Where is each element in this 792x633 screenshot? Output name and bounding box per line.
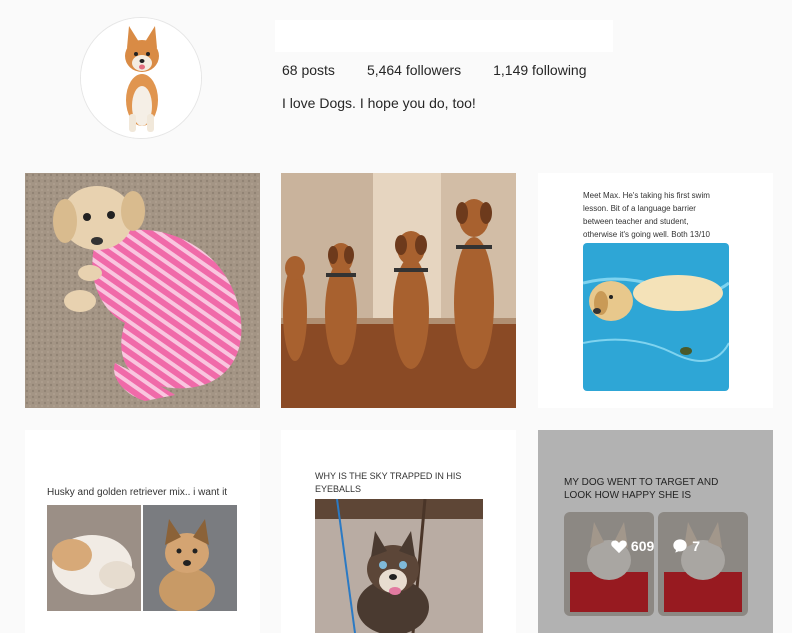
followers-count[interactable]: 5,464 followers <box>367 62 461 78</box>
likes-stat: 609 <box>611 538 654 554</box>
post-thumbnail-1[interactable] <box>25 173 260 408</box>
caption-line: Husky and golden retriever mix.. i want … <box>47 487 228 498</box>
comments-stat: 7 <box>672 538 700 554</box>
caption-line: lesson. Bit of a language barrier <box>583 204 696 213</box>
following-count[interactable]: 1,149 following <box>493 62 586 78</box>
heart-icon <box>611 539 627 554</box>
post-thumbnail-5[interactable]: WHY IS THE SKY TRAPPED IN HIS EYEBALLS <box>281 430 516 633</box>
profile-bio: I love Dogs. I hope you do, too! <box>282 95 476 111</box>
posts-count[interactable]: 68 posts <box>282 62 335 78</box>
caption-line: between teacher and student, <box>583 217 689 226</box>
likes-count: 609 <box>630 538 655 554</box>
caption-line: Meet Max. He's taking his first swim <box>583 191 710 200</box>
profile-stats: 68 posts 5,464 followers 1,149 following <box>282 62 619 78</box>
caption-line: WHY IS THE SKY TRAPPED IN HIS <box>315 471 462 481</box>
post-photo <box>583 243 729 391</box>
caption-line: EYEBALLS <box>315 484 362 494</box>
post-thumbnail-2[interactable] <box>281 173 516 408</box>
caption-line: otherwise it's going well. Both 13/10 <box>583 230 710 239</box>
post-caption: WHY IS THE SKY TRAPPED IN HIS EYEBALLS <box>315 470 461 496</box>
post-thumbnail-3[interactable]: Meet Max. He's taking his first swim les… <box>538 173 773 408</box>
comments-count: 7 <box>692 538 701 554</box>
post-photo <box>47 505 237 611</box>
comment-icon <box>672 538 688 554</box>
post-thumbnail-6[interactable]: MY DOG WENT TO TARGET AND LOOK HOW HAPPY… <box>538 430 773 633</box>
post-caption: Meet Max. He's taking his first swim les… <box>583 189 710 241</box>
post-photo <box>315 499 483 633</box>
profile-avatar[interactable] <box>80 17 202 139</box>
post-caption: Husky and golden retriever mix.. i want … <box>47 486 227 499</box>
post-engagement: 609 7 <box>538 538 773 554</box>
post-thumbnail-4[interactable]: Husky and golden retriever mix.. i want … <box>25 430 260 633</box>
username-field <box>275 20 613 52</box>
hover-overlay: 609 7 <box>538 430 773 633</box>
